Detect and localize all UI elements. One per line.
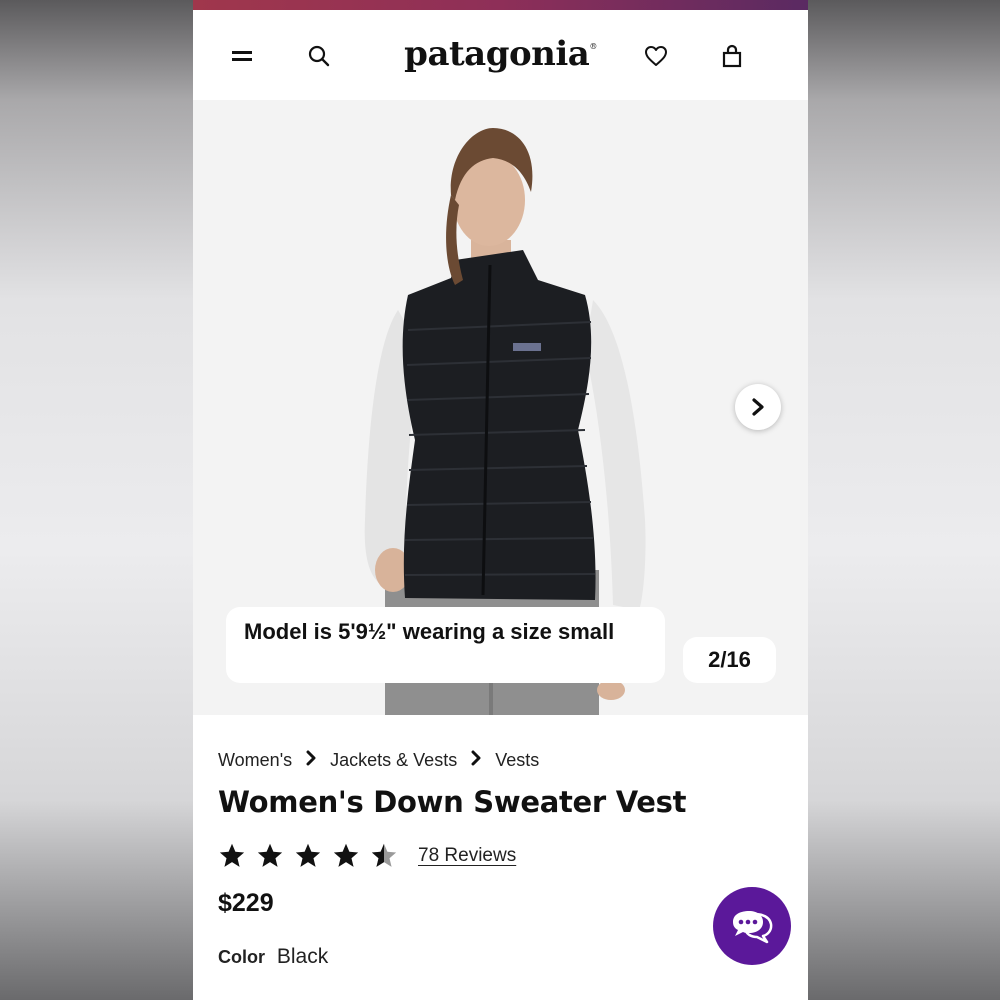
star-full-icon xyxy=(219,843,245,867)
star-half-icon xyxy=(371,843,397,867)
chevron-right-icon xyxy=(457,750,495,771)
bag-icon[interactable] xyxy=(716,40,748,72)
chevron-right-icon xyxy=(752,398,764,416)
color-selection: Color Black xyxy=(218,945,328,969)
heart-icon[interactable] xyxy=(640,40,672,72)
breadcrumb-vests[interactable]: Vests xyxy=(495,750,539,771)
chat-bubble-icon xyxy=(733,911,773,944)
star-full-icon xyxy=(295,843,321,867)
product-price: $229 xyxy=(218,889,274,917)
chevron-right-icon xyxy=(292,750,330,771)
chat-button[interactable] xyxy=(713,887,791,965)
product-image-gallery[interactable]: Model is 5'9½" wearing a size small 2/16 xyxy=(193,100,808,715)
background-left xyxy=(0,0,193,1000)
background-right xyxy=(808,0,1000,1000)
brand-name: patagonia xyxy=(404,34,590,74)
star-full-icon xyxy=(257,843,283,867)
brand-registered-mark: ® xyxy=(589,42,597,51)
model-size-caption: Model is 5'9½" wearing a size small xyxy=(226,607,665,683)
product-info: Women's Jackets & Vests Vests Women's Do… xyxy=(193,715,808,1000)
product-title: Women's Down Sweater Vest xyxy=(218,785,687,819)
next-image-button[interactable] xyxy=(735,384,781,430)
image-counter: 2/16 xyxy=(683,637,776,683)
reviews-link[interactable]: 78 Reviews xyxy=(418,845,516,867)
color-value: Black xyxy=(276,945,329,968)
product-rating: 78 Reviews xyxy=(218,842,516,870)
status-strip xyxy=(193,0,808,10)
breadcrumb-womens[interactable]: Women's xyxy=(218,750,292,771)
breadcrumb-jackets-vests[interactable]: Jackets & Vests xyxy=(330,750,457,771)
site-header: patagonia® xyxy=(193,10,808,100)
breadcrumb: Women's Jackets & Vests Vests xyxy=(218,750,539,771)
phone-screen: patagonia® Model is 5'9½" wearing a size… xyxy=(193,0,808,1000)
color-label: Color xyxy=(218,947,265,967)
star-full-icon xyxy=(333,843,359,867)
